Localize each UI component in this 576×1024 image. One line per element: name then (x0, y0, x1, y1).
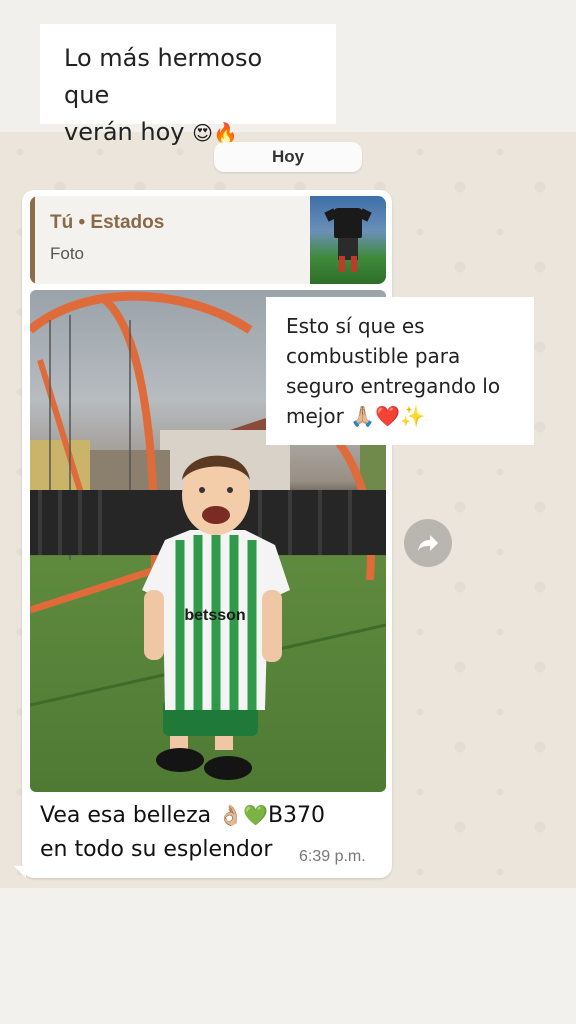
overlay-line-2: combustible para (286, 344, 461, 368)
quote-thumbnail (310, 196, 386, 284)
message-timestamp: 6:39 p.m. (299, 848, 366, 865)
top-caption: Lo más hermoso que verán hoy 😍🔥 (40, 24, 336, 146)
caption-line-1: Lo más hermoso que (64, 44, 263, 109)
bubble-tail (14, 866, 26, 878)
message-emojis: 👌🏼💚 (218, 803, 268, 827)
overlay-line-1: Esto sí que es (286, 314, 425, 338)
bottom-blank-area (0, 888, 576, 1024)
message-line-1: Vea esa belleza 👌🏼💚B370 (40, 803, 326, 828)
day-divider: Hoy (214, 142, 362, 172)
forward-button[interactable] (404, 519, 452, 567)
overlay-emojis: 🙏🏼❤️✨ (350, 404, 425, 428)
forward-icon (418, 535, 438, 551)
quote-subtitle: Foto (50, 244, 85, 263)
jersey-sponsor-text: betsson (184, 607, 245, 624)
quote-accent-bar (30, 196, 35, 284)
overlay-line-4: mejor 🙏🏼❤️✨ (286, 404, 425, 428)
quote-title: Tú • Estados (50, 212, 165, 233)
status-overlay-text: Esto sí que es combustible para seguro e… (266, 297, 534, 445)
overlay-line-3: seguro entregando lo (286, 374, 501, 398)
quoted-status[interactable]: Tú • Estados Foto (30, 196, 386, 284)
